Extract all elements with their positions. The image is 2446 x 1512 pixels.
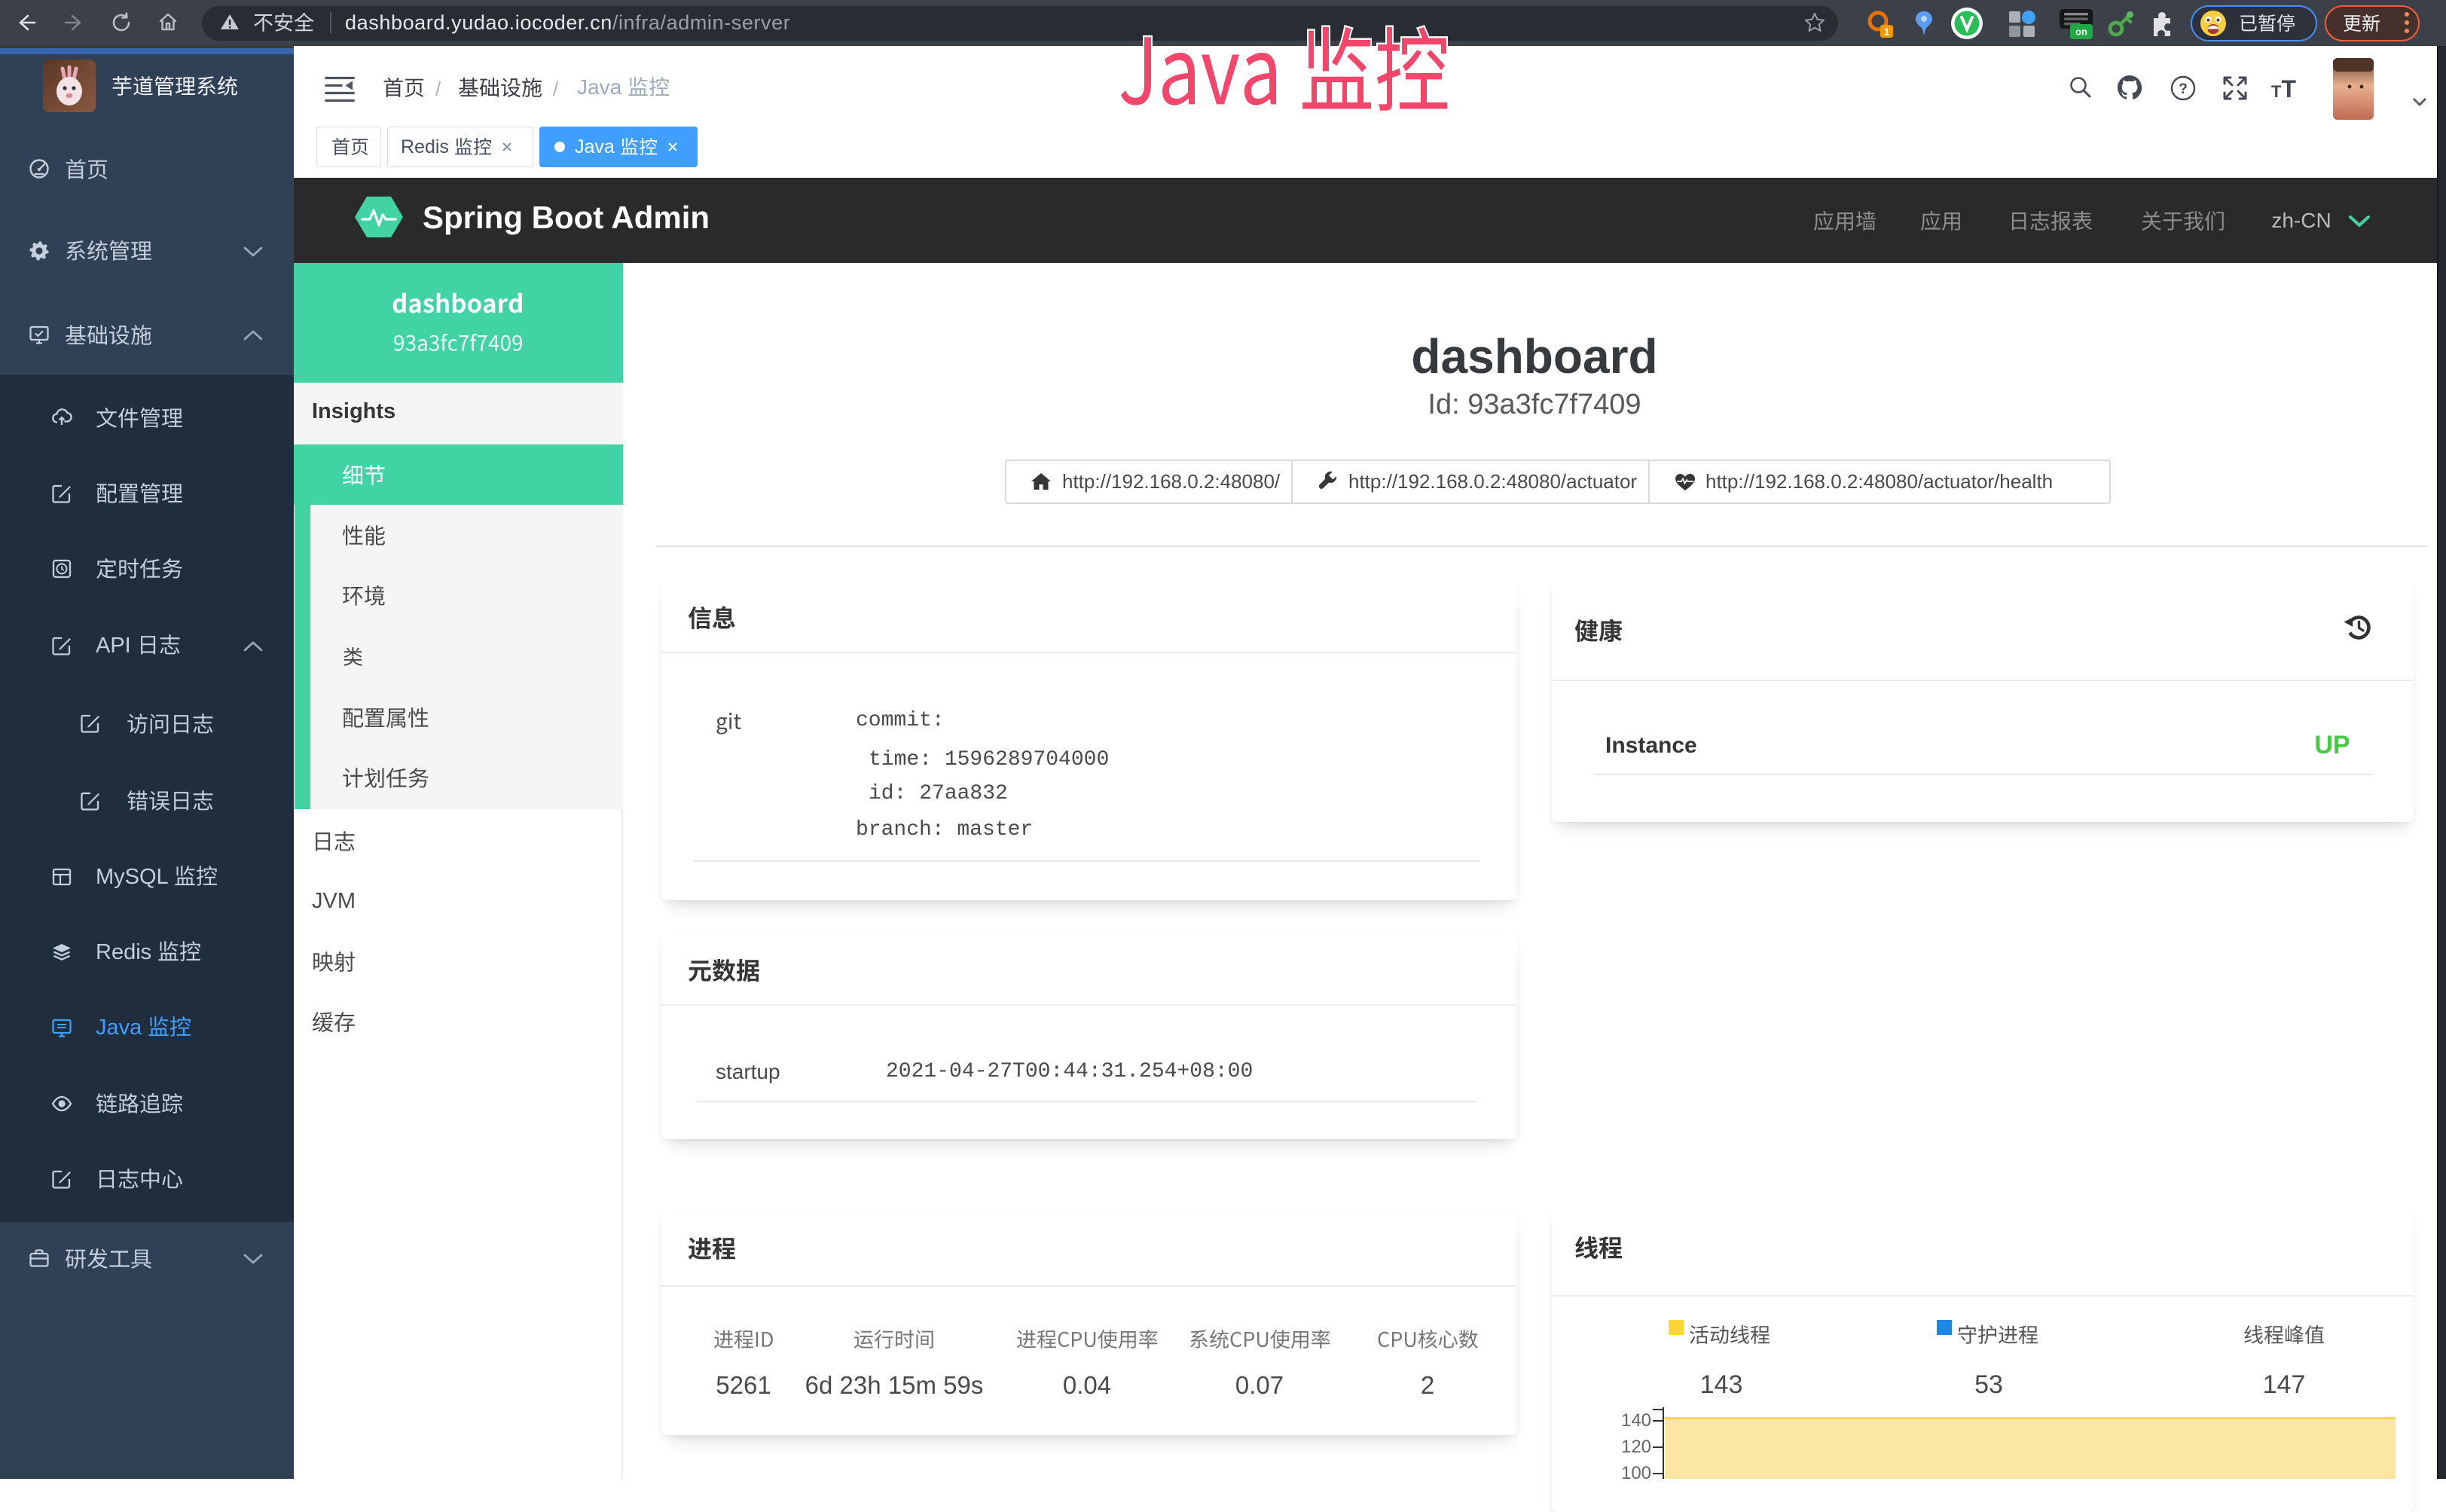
svg-text:1: 1 <box>1884 26 1889 38</box>
svg-text:on: on <box>2075 26 2087 38</box>
svg-text:?: ? <box>2179 81 2188 97</box>
